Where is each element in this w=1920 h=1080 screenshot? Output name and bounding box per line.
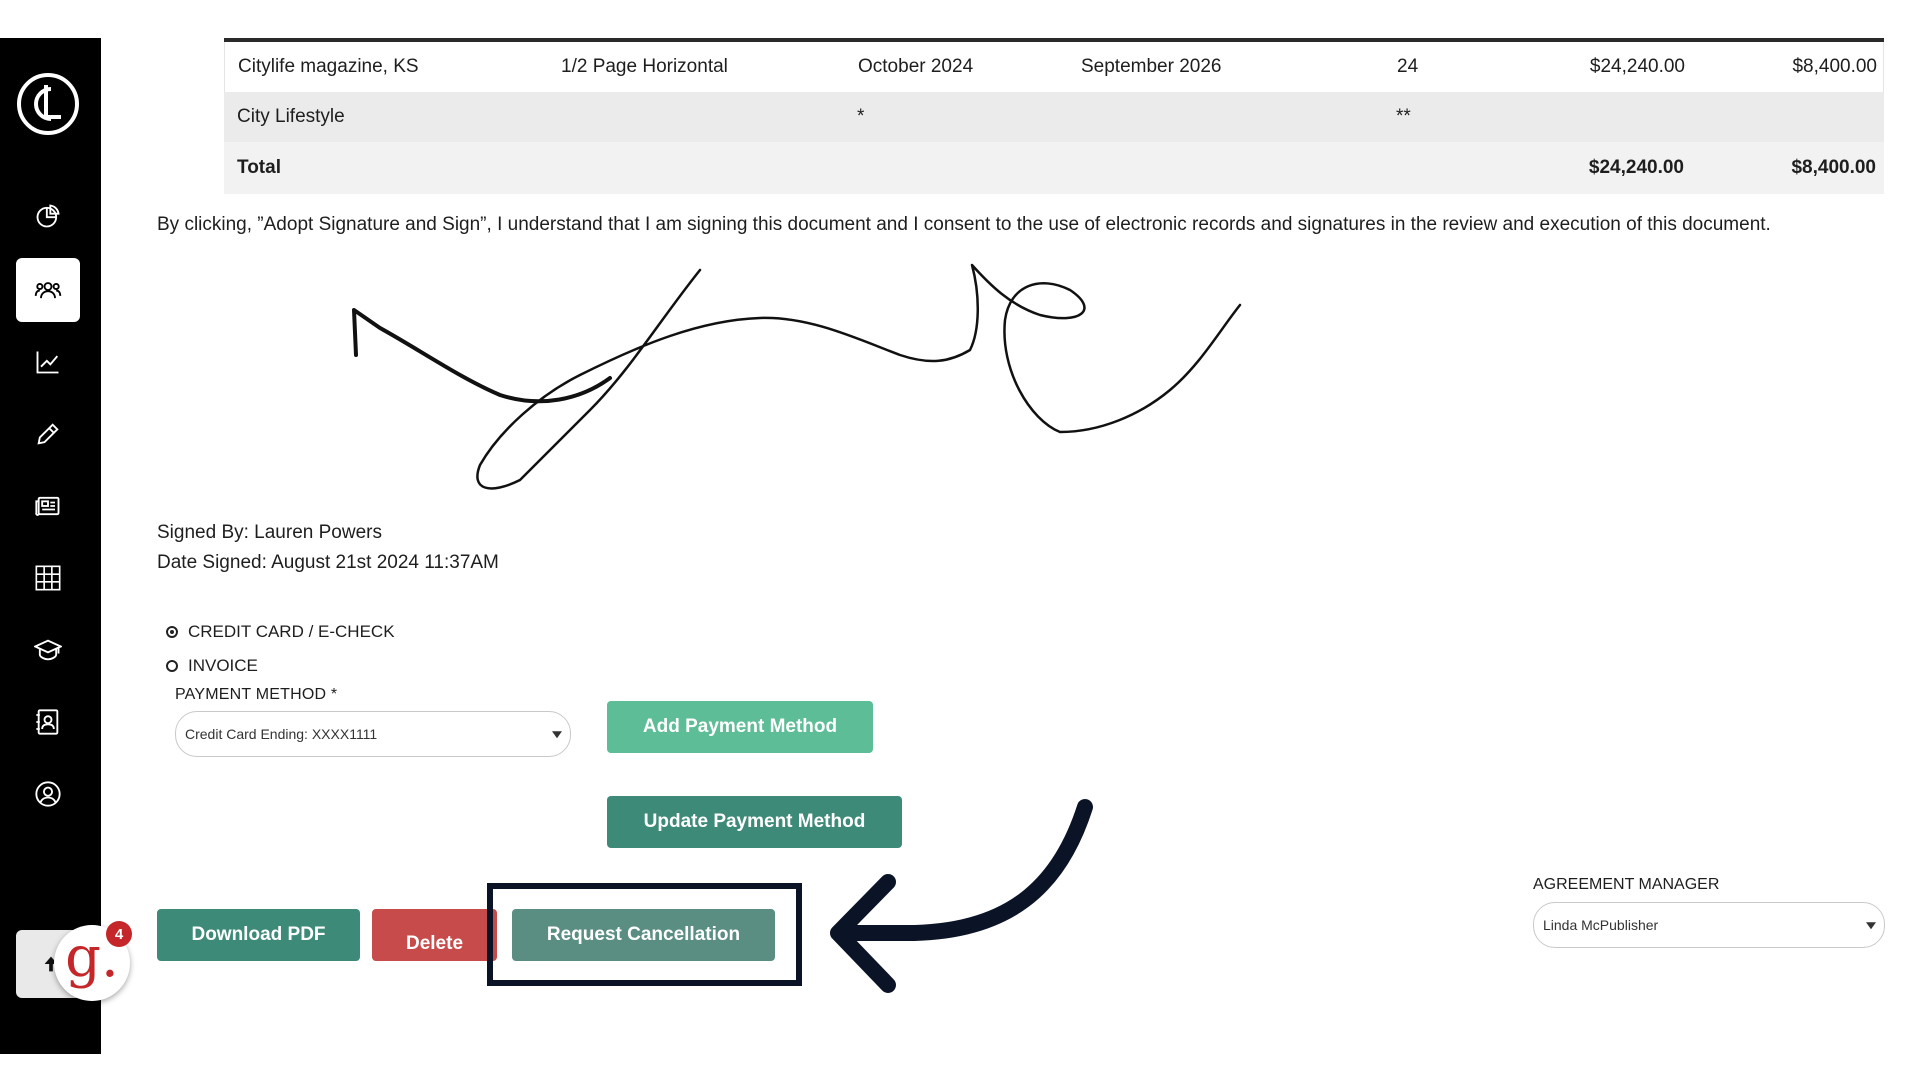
nav-clients[interactable] xyxy=(16,258,80,322)
delete-button[interactable]: Delete xyxy=(372,909,497,961)
sidebar xyxy=(0,38,101,1054)
radio-unselected-icon[interactable] xyxy=(166,660,178,672)
payment-method-select[interactable]: Credit Card Ending: XXXX1111 xyxy=(175,711,571,757)
insertion-table: Citylife magazine, KS 1/2 Page Horizonta… xyxy=(224,38,1884,194)
radio-selected-icon[interactable] xyxy=(166,626,178,638)
nav-publications[interactable] xyxy=(16,474,80,538)
agreement-manager-label: AGREEMENT MANAGER xyxy=(1533,876,1720,893)
ad-size-cell: 1/2 Page Horizontal xyxy=(561,56,728,77)
end-date-cell: September 2026 xyxy=(1081,56,1222,77)
contacts-icon xyxy=(36,709,59,735)
line-chart-icon xyxy=(36,351,59,374)
payment-option-credit-card[interactable]: CREDIT CARD / E-CHECK xyxy=(166,622,395,642)
agreement-manager-select[interactable]: Linda McPublisher xyxy=(1533,902,1885,948)
request-cancellation-button[interactable]: Request Cancellation xyxy=(512,909,775,961)
newspaper-icon xyxy=(35,496,60,516)
payment-method-label: PAYMENT METHOD * xyxy=(175,686,338,703)
users-icon xyxy=(34,282,62,299)
payment-option-label: CREDIT CARD / E-CHECK xyxy=(188,622,395,641)
nav-grid[interactable] xyxy=(16,546,80,610)
logo[interactable] xyxy=(17,73,79,135)
payment-option-invoice[interactable]: INVOICE xyxy=(166,656,258,676)
chevron-down-icon xyxy=(552,731,562,739)
grand-total-cell: $24,240.00 xyxy=(1588,157,1684,178)
total-cell: $24,240.00 xyxy=(1589,56,1685,77)
nav-contacts[interactable] xyxy=(16,690,80,754)
agreement-manager-value: Linda McPublisher xyxy=(1543,917,1659,933)
signed-by-text: Signed By: Lauren Powers xyxy=(157,522,382,543)
amount-cell: $8,400.00 xyxy=(1792,56,1877,77)
nav-training[interactable] xyxy=(16,618,80,682)
download-pdf-button[interactable]: Download PDF xyxy=(157,909,360,961)
notification-count: 4 xyxy=(106,921,132,947)
chevron-down-icon xyxy=(1866,922,1876,930)
publication-cell: Citylife magazine, KS xyxy=(238,56,419,77)
payment-option-label: INVOICE xyxy=(188,656,258,675)
pencil-icon xyxy=(37,423,59,445)
graduation-cap-icon xyxy=(34,639,62,661)
date-signed-text: Date Signed: August 21st 2024 11:37AM xyxy=(157,552,499,573)
table-row: Citylife magazine, KS 1/2 Page Horizonta… xyxy=(224,42,1884,92)
pie-chart-icon xyxy=(36,204,60,228)
start-date-cell: * xyxy=(857,106,865,127)
nav-account[interactable] xyxy=(16,762,80,826)
table-total-row: Total $24,240.00 $8,400.00 xyxy=(224,142,1884,194)
logo-mark-icon xyxy=(34,85,61,121)
guide-badge[interactable]: g. 4 xyxy=(54,921,132,1001)
publication-cell: City Lifestyle xyxy=(237,106,345,127)
nav-reports[interactable] xyxy=(16,330,80,394)
user-circle-icon xyxy=(35,781,61,807)
nav-analytics[interactable] xyxy=(16,184,80,248)
total-label: Total xyxy=(237,157,281,178)
grid-icon xyxy=(35,565,61,591)
top-frame xyxy=(0,0,1920,38)
issues-cell: ** xyxy=(1396,106,1411,127)
signature-image xyxy=(352,263,1242,490)
start-date-cell: October 2024 xyxy=(858,56,974,77)
add-payment-method-button[interactable]: Add Payment Method xyxy=(607,701,873,753)
consent-text: By clicking, ”Adopt Signature and Sign”,… xyxy=(157,214,1771,235)
bottom-frame xyxy=(0,1054,1920,1080)
grand-amount-cell: $8,400.00 xyxy=(1791,157,1876,178)
update-payment-method-button[interactable]: Update Payment Method xyxy=(607,796,902,848)
table-row: City Lifestyle * ** xyxy=(224,92,1884,142)
issues-cell: 24 xyxy=(1397,56,1419,77)
nav-edit[interactable] xyxy=(16,402,80,466)
payment-method-value: Credit Card Ending: XXXX1111 xyxy=(185,726,378,742)
